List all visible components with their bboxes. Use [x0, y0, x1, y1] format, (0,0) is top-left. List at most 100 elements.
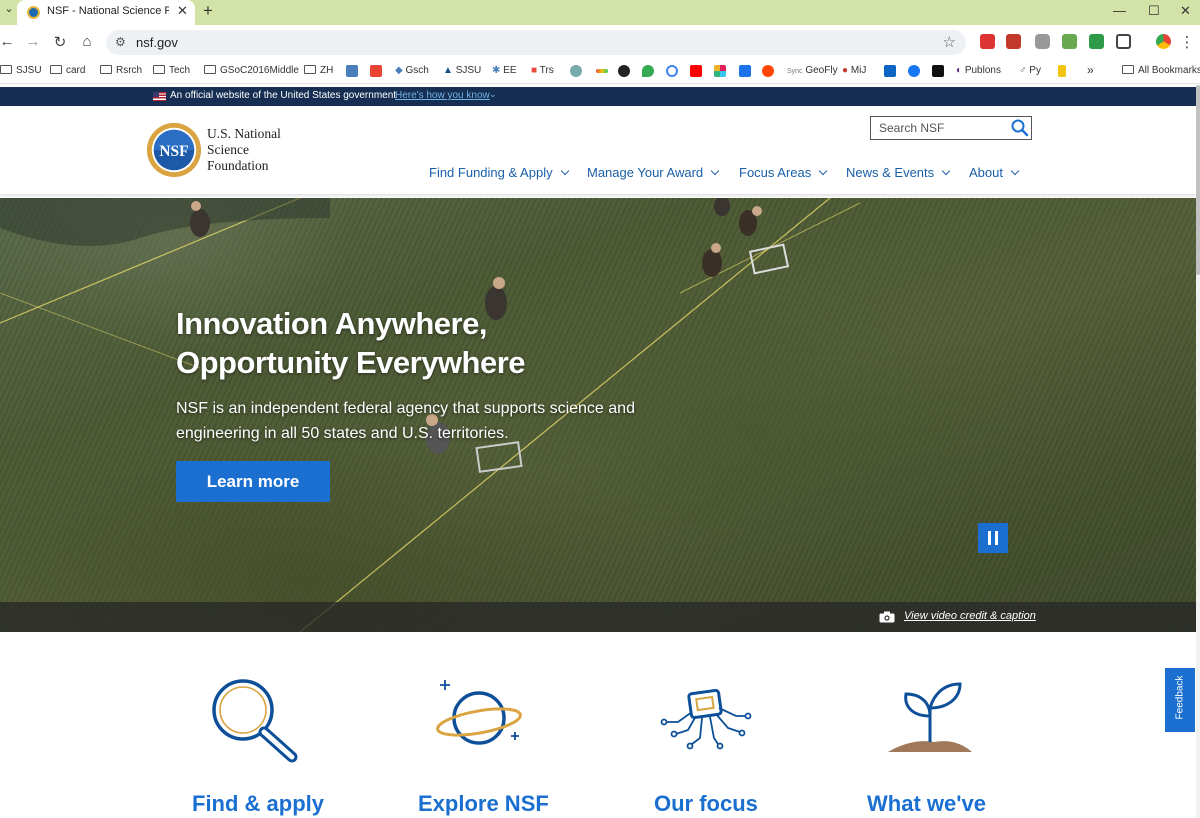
new-tab-button[interactable]: + — [203, 1, 213, 21]
chevron-down-icon[interactable]: ⌄ — [489, 89, 497, 100]
heres-how-you-know-link[interactable]: Here's how you know — [395, 90, 490, 101]
browser-tab-active[interactable]: NSF - National Science Foundation ✕ — [17, 0, 195, 25]
reddit-icon[interactable] — [762, 65, 774, 77]
pause-video-button[interactable] — [978, 523, 1008, 553]
address-bar[interactable]: ⚙ nsf.gov ☆ — [106, 30, 966, 55]
youtube-icon[interactable] — [690, 65, 702, 77]
browser-menu-icon[interactable]: ⋮ — [1177, 33, 1197, 51]
page-scrollbar[interactable] — [1196, 85, 1200, 818]
nsf-logo-icon[interactable]: NSF — [145, 121, 203, 179]
maps-icon[interactable] — [642, 65, 654, 77]
bookmark-folder-sjsu[interactable]: SJSU — [0, 65, 42, 76]
nav-manage-award[interactable]: Manage Your Award — [587, 165, 720, 180]
extension-sheet-icon[interactable] — [1089, 34, 1104, 49]
bookmark-globe-icon[interactable] — [618, 65, 630, 77]
bookmark-folder-rsrch[interactable]: Rsrch — [100, 65, 142, 76]
chevron-down-icon — [710, 166, 720, 176]
video-credit-link[interactable]: View video credit & caption — [904, 610, 1036, 622]
learn-more-button[interactable]: Learn more — [176, 461, 330, 502]
chevron-down-icon — [941, 166, 951, 176]
nav-news-events[interactable]: News & Events — [846, 165, 951, 180]
magnifier-icon[interactable] — [206, 672, 306, 767]
home-icon[interactable]: ⌂ — [77, 33, 97, 50]
facebook-icon[interactable] — [908, 65, 920, 77]
extensions-puzzle-icon[interactable] — [1116, 34, 1131, 49]
x-icon[interactable] — [932, 65, 944, 77]
card-title-find-apply[interactable]: Find & apply — [192, 791, 324, 817]
browser-toolbar: ← → ↻ ⌂ ⚙ nsf.gov ☆ ⋮ — [0, 25, 1200, 60]
logo-seal-text: NSF — [159, 143, 188, 160]
bookmark-folder-zh[interactable]: ZH — [304, 65, 333, 76]
folder-icon — [153, 65, 165, 74]
all-bookmarks-folder[interactable]: All Bookmarks — [1122, 65, 1200, 76]
bookmark-sjsu[interactable]: ▲ SJSU — [443, 65, 481, 76]
address-url[interactable]: nsf.gov — [136, 35, 178, 50]
bookmark-star-icon[interactable]: ☆ — [943, 33, 956, 51]
planet-icon[interactable] — [432, 672, 532, 767]
feedback-tab-button[interactable]: Feedback — [1165, 668, 1195, 732]
bookmark-folder-card[interactable]: card — [50, 65, 85, 76]
gov-banner-text: An official website of the United States… — [170, 90, 397, 101]
reload-icon[interactable]: ↻ — [50, 33, 70, 51]
nav-about[interactable]: About — [969, 165, 1020, 180]
close-window-button[interactable]: ✕ — [1180, 3, 1191, 19]
camera-extension-icon[interactable] — [1035, 34, 1050, 49]
linkedin-icon[interactable] — [884, 65, 896, 77]
extension-red-icon[interactable] — [980, 34, 995, 49]
nsf-favicon-icon — [27, 6, 40, 19]
minimize-button[interactable]: — — [1113, 3, 1126, 18]
maximize-button[interactable]: ☐ — [1148, 3, 1160, 19]
browser-tab-strip: ⌄ NSF - National Science Foundation ✕ + … — [0, 0, 1200, 25]
hero-title: Innovation Anywhere, Opportunity Everywh… — [176, 304, 696, 382]
bookmark-icon-4[interactable] — [666, 65, 678, 77]
pdf-extension-icon[interactable] — [1006, 34, 1021, 49]
gmail-icon[interactable] — [370, 65, 382, 77]
logo-line: Foundation — [207, 158, 269, 173]
bookmark-folder-gsoc[interactable]: GSoC2016Middle — [204, 65, 299, 76]
card-title-what-weve[interactable]: What we've — [867, 791, 986, 817]
bookmark-gsch[interactable]: ◆ Gsch — [395, 65, 429, 76]
microchip-icon[interactable] — [656, 672, 756, 767]
tab-search-button[interactable]: ⌄ — [2, 2, 16, 15]
search-icon[interactable] — [1009, 118, 1031, 138]
forward-icon[interactable]: → — [23, 33, 43, 50]
video-credit-bar: View video credit & caption — [0, 602, 1196, 632]
chevron-down-icon — [819, 166, 828, 176]
bookmark-icon-1[interactable] — [346, 65, 358, 77]
bookmark-py[interactable]: ♂ Py — [1019, 65, 1041, 76]
close-tab-icon[interactable]: ✕ — [177, 3, 188, 19]
seedling-icon[interactable] — [882, 672, 982, 767]
us-flag-icon — [153, 92, 166, 101]
bookmark-icon-5[interactable] — [739, 65, 751, 77]
bookmark-folder-tech[interactable]: Tech — [153, 65, 190, 76]
logo-line: U.S. National — [207, 126, 281, 141]
bookmark-mij[interactable]: ● MiJ — [842, 65, 866, 76]
bookmark-trs[interactable]: ■ Trs — [531, 65, 554, 76]
logo-wordmark[interactable]: U.S. National Science Foundation — [207, 126, 281, 174]
hero-title-line: Innovation Anywhere, — [176, 306, 487, 341]
site-info-icon[interactable]: ⚙ — [115, 35, 126, 49]
nav-find-funding[interactable]: Find Funding & Apply — [429, 165, 569, 180]
site-header: NSF U.S. National Science Foundation Fin… — [0, 106, 1196, 194]
card-title-explore-nsf[interactable]: Explore NSF — [418, 791, 549, 817]
feedback-label: Feedback — [1174, 675, 1186, 720]
bookmark-icon-6[interactable] — [1058, 65, 1066, 77]
bookmark-publons[interactable]: ◐ Publons — [956, 65, 1001, 76]
card-title-our-focus[interactable]: Our focus — [654, 791, 758, 817]
bookmark-ee[interactable]: ✱ EE — [492, 65, 517, 76]
search-input[interactable] — [871, 117, 1007, 139]
nav-focus-areas[interactable]: Focus Areas — [739, 165, 828, 180]
hero-video: Innovation Anywhere, Opportunity Everywh… — [0, 198, 1196, 632]
scrollbar-thumb[interactable] — [1196, 85, 1200, 275]
bookmark-icon-3[interactable] — [596, 69, 608, 73]
folder-icon — [0, 65, 12, 74]
bookmark-geofly[interactable]: Sync GeoFly — [787, 65, 838, 76]
folder-icon — [50, 65, 62, 74]
profile-avatar-icon[interactable] — [1156, 34, 1171, 49]
bookmark-icon-2[interactable] — [570, 65, 582, 77]
folder-icon — [1122, 65, 1134, 74]
slack-icon[interactable] — [714, 65, 726, 77]
more-bookmarks-icon[interactable]: » — [1087, 63, 1094, 77]
back-icon[interactable]: ← — [0, 33, 17, 50]
extension-green-icon[interactable] — [1062, 34, 1077, 49]
